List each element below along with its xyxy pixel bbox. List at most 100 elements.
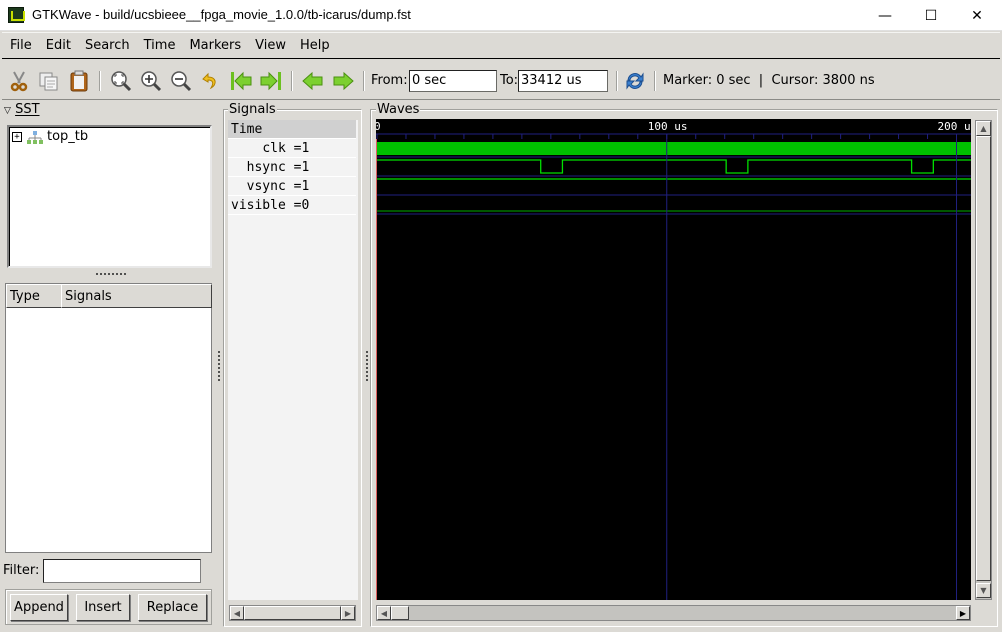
scroll-left-button[interactable]: ◀ (377, 606, 391, 620)
signal-row-time[interactable]: Time (228, 120, 356, 139)
signal-name: Time (231, 122, 263, 137)
toolbar-separator (616, 71, 618, 91)
signals-list[interactable]: Time clk =1 hsync =1 vsync =1 visible =0 (228, 120, 358, 600)
toolbar-separator (99, 71, 101, 91)
sst-title: SST (15, 102, 40, 117)
sst-header[interactable]: ▽ SST (4, 102, 40, 117)
paste-icon (70, 70, 88, 92)
menu-search[interactable]: Search (77, 33, 136, 53)
next-edge-button[interactable] (330, 68, 356, 94)
zoom-out-icon (171, 71, 192, 92)
toolbar-separator (363, 71, 365, 91)
replace-button[interactable]: Replace (138, 594, 207, 621)
close-button[interactable]: ✕ (954, 0, 1000, 31)
append-button[interactable]: Append (10, 594, 68, 621)
module-icon (27, 130, 43, 144)
menu-view[interactable]: View (247, 33, 292, 53)
waves-vertical-scrollbar[interactable]: ▲ ▼ (975, 120, 992, 600)
marker-cursor-status: Marker: 0 sec | Cursor: 3800 ns (663, 73, 875, 88)
waveform-canvas[interactable]: 0 100 us 200 us (376, 119, 971, 600)
reload-icon (626, 72, 644, 90)
window-title: GTKWave - build/ucsbieee__fpga_movie_1.0… (32, 7, 411, 22)
insert-button[interactable]: Insert (76, 594, 130, 621)
jump-start-button[interactable] (228, 68, 254, 94)
reload-button[interactable] (622, 68, 648, 94)
signal-row-visible[interactable]: visible =0 (228, 196, 356, 215)
signal-row-clk[interactable]: clk =1 (228, 139, 356, 158)
filter-label: Filter: (3, 563, 40, 578)
signal-value: 0 (301, 198, 310, 213)
pane-resize-handle[interactable] (95, 272, 127, 276)
from-input[interactable]: 0 sec (409, 70, 497, 92)
signals-header: Signals (228, 102, 277, 117)
paste-button[interactable] (66, 68, 92, 94)
waves-horizontal-scrollbar[interactable]: ◀ ▶ (376, 605, 971, 621)
menu-bar: File Edit Search Time Markers View Help (2, 32, 1000, 59)
tree-item-label: top_tb (47, 129, 89, 144)
signal-value: 1 (301, 160, 310, 175)
scroll-down-button[interactable]: ▼ (976, 583, 991, 598)
sst-tree[interactable]: + top_tb (7, 125, 212, 268)
jump-end-button[interactable] (258, 68, 284, 94)
scroll-thumb[interactable] (391, 606, 409, 620)
filter-input[interactable] (43, 559, 201, 583)
pane-resize-handle[interactable] (217, 350, 221, 382)
prev-edge-icon (302, 71, 323, 91)
scroll-left-button[interactable]: ◀ (230, 606, 244, 620)
waves-header: Waves (376, 102, 421, 117)
signal-value: 1 (301, 141, 310, 156)
cut-button[interactable] (6, 68, 32, 94)
toolbar-separator (654, 71, 656, 91)
menu-edit[interactable]: Edit (38, 33, 77, 53)
gtkwave-app-icon (8, 7, 25, 23)
menu-file[interactable]: File (2, 33, 38, 53)
scroll-up-button[interactable]: ▲ (976, 121, 991, 136)
to-input[interactable]: 33412 us (518, 70, 608, 92)
zoom-fit-icon (111, 71, 132, 92)
undo-zoom-button[interactable] (198, 68, 224, 94)
toolbar-separator (291, 71, 293, 91)
ruler-tick-label: 0 (376, 120, 381, 133)
signal-name: vsync (246, 179, 286, 194)
signal-row-hsync[interactable]: hsync =1 (228, 158, 356, 177)
zoom-in-icon (141, 71, 162, 92)
menu-time[interactable]: Time (136, 33, 182, 53)
hsync-trace (377, 159, 971, 174)
zoom-in-button[interactable] (138, 68, 164, 94)
signal-type-list[interactable]: Type Signals (5, 283, 212, 553)
signal-name: visible (231, 198, 286, 213)
column-header-type[interactable]: Type (6, 284, 62, 308)
scroll-thumb[interactable] (976, 136, 991, 581)
signals-horizontal-scrollbar[interactable]: ◀ ▶ (229, 605, 356, 621)
clk-trace (377, 142, 971, 155)
signal-value: 1 (301, 179, 310, 194)
signal-name: clk (262, 141, 286, 156)
copy-button[interactable] (36, 68, 62, 94)
maximize-icon: ☐ (924, 7, 938, 24)
zoom-fit-button[interactable] (108, 68, 134, 94)
close-icon: ✕ (971, 7, 983, 24)
toolbar: From: 0 sec To: 33412 us Marker: 0 sec |… (2, 62, 1000, 100)
from-label: From: (371, 73, 408, 88)
scroll-right-button[interactable]: ▶ (341, 606, 355, 620)
scroll-thumb[interactable] (244, 606, 341, 620)
minimize-button[interactable]: — (862, 0, 908, 31)
undo-zoom-icon (202, 72, 216, 90)
signal-row-vsync[interactable]: vsync =1 (228, 177, 356, 196)
minimize-icon: — (878, 7, 892, 24)
prev-edge-button[interactable] (300, 68, 326, 94)
menu-markers[interactable]: Markers (181, 33, 247, 53)
ruler-tick-label: 200 us (938, 120, 971, 133)
column-header-signals[interactable]: Signals (61, 284, 212, 308)
scroll-right-button[interactable]: ▶ (956, 606, 970, 620)
zoom-out-button[interactable] (168, 68, 194, 94)
expand-icon[interactable]: + (12, 131, 22, 142)
title-bar: GTKWave - build/ucsbieee__fpga_movie_1.0… (0, 0, 1002, 31)
to-label: To: (500, 73, 519, 88)
ruler-tick-label: 100 us (648, 120, 688, 133)
menu-help[interactable]: Help (292, 33, 336, 53)
signal-name: hsync (246, 160, 286, 175)
maximize-button[interactable]: ☐ (908, 0, 954, 31)
tree-item-top-tb[interactable]: + top_tb (12, 129, 88, 144)
pane-resize-handle[interactable] (365, 350, 369, 382)
